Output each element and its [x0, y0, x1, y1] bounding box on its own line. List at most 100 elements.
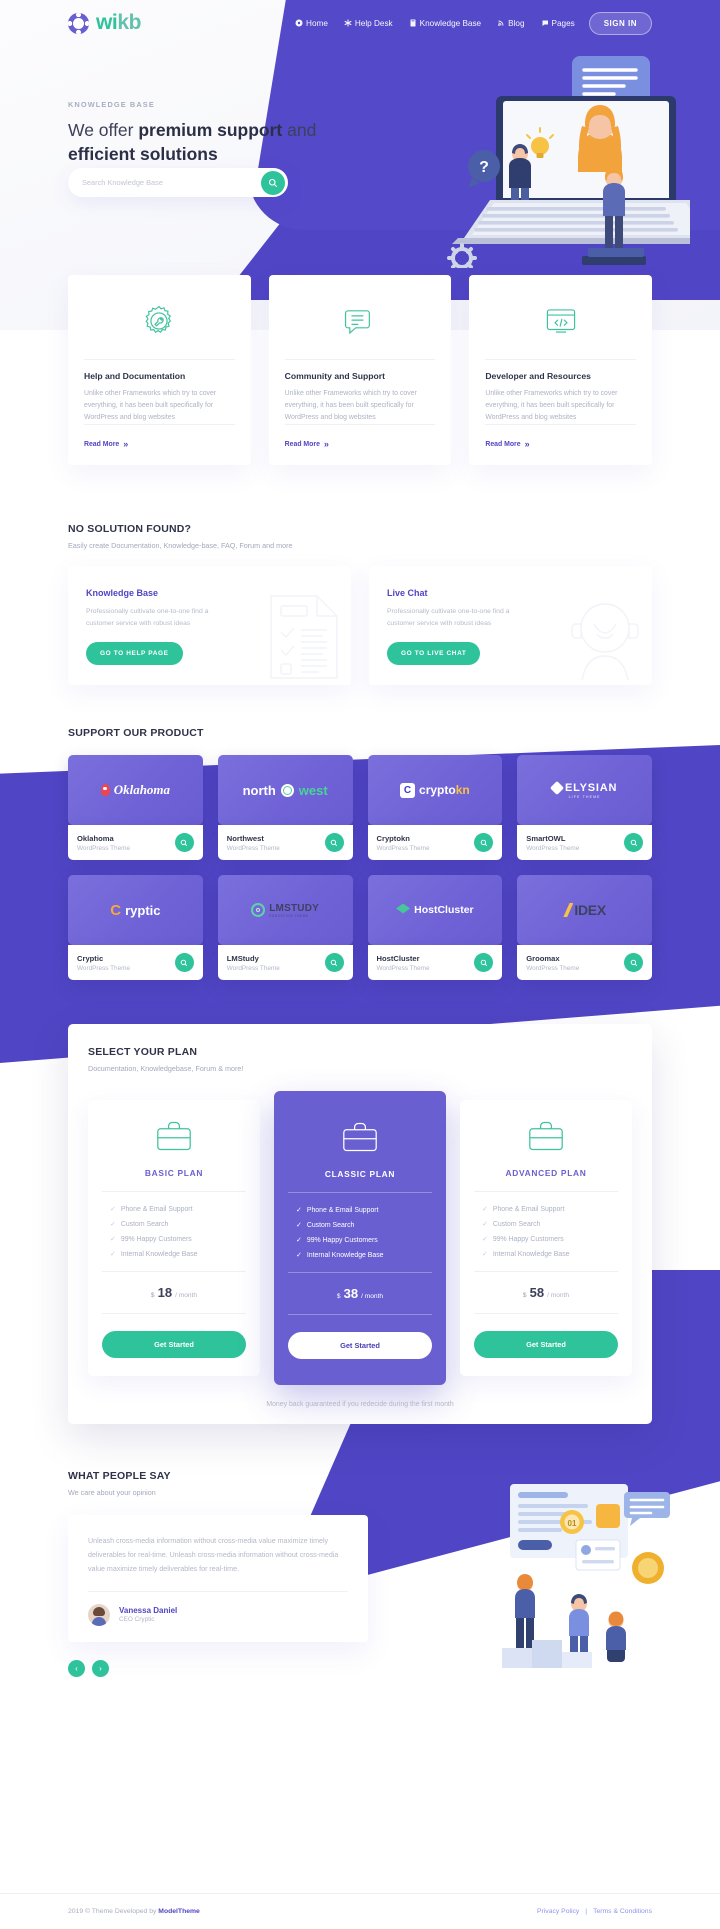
products-inner: SUPPORT OUR PRODUCT Oklahoma Oklahoma Wo…: [0, 727, 720, 981]
price-value: 58: [529, 1285, 545, 1301]
magnifier-icon[interactable]: [624, 833, 643, 853]
get-started-button[interactable]: Get Started: [102, 1331, 246, 1359]
no-solution-cards: Knowledge Base Professionally cultivate …: [68, 566, 652, 686]
read-more-link[interactable]: Read More»: [485, 424, 637, 449]
plan-feature-label: Phone & Email Support: [120, 1205, 193, 1213]
get-started-button[interactable]: Get Started: [474, 1331, 618, 1359]
author-role: CEO Cryptic: [119, 1616, 155, 1623]
next-button[interactable]: ›: [92, 1659, 109, 1677]
check-icon: ✓: [296, 1207, 302, 1215]
prev-button[interactable]: ‹: [68, 1659, 85, 1677]
nav-item-help-desk[interactable]: Help Desk: [344, 19, 393, 28]
check-icon: ✓: [482, 1206, 488, 1214]
magnifier-icon[interactable]: [174, 953, 194, 973]
feature-cards: Help and Documentation Unlike other Fram…: [0, 275, 720, 466]
magnifier-icon[interactable]: [324, 953, 344, 973]
magnifier-icon[interactable]: [474, 953, 494, 973]
read-more-link[interactable]: Read More»: [284, 424, 436, 449]
magnifier-icon[interactable]: [324, 833, 344, 853]
search-input[interactable]: [68, 168, 261, 197]
nav-item-blog[interactable]: Blog: [497, 19, 525, 28]
plan-feature: ✓ Internal Knowledge Base: [296, 1251, 384, 1260]
divider: [288, 1272, 432, 1274]
product-sub: WordPress Theme: [226, 964, 280, 972]
currency: $: [336, 1293, 341, 1301]
product-meta: LMStudy WordPress Theme: [217, 945, 353, 981]
magnifier-icon[interactable]: [624, 953, 643, 973]
product-card[interactable]: Ccryptokn Cryptokn WordPress Theme: [367, 755, 503, 861]
product-sub: WordPress Theme: [226, 844, 280, 852]
svg-text:01: 01: [568, 1519, 577, 1528]
divider: [84, 359, 235, 360]
svg-text:?: ?: [479, 159, 489, 176]
lmstudy-logo: LMSTUDY EDUCATION THEME: [217, 875, 353, 946]
plan-icon: [102, 1120, 246, 1152]
plan-icon: [288, 1121, 432, 1153]
feature-icon: [84, 297, 235, 345]
logo-text-a: wi: [96, 11, 118, 34]
product-card[interactable]: LMSTUDY EDUCATION THEME LMStudy WordPres…: [217, 875, 353, 981]
product-meta: Northwest WordPress Theme: [217, 825, 353, 861]
feature-text: Unlike other Frameworks which try to cov…: [84, 390, 217, 422]
feature-card[interactable]: Community and Support Unlike other Frame…: [268, 275, 452, 466]
landing-page: wikb Home Help Desk Knowledge Base Blog: [0, 0, 720, 1929]
home-icon: [295, 19, 303, 27]
product-meta: Cryptokn WordPress Theme: [367, 825, 503, 861]
nav-item-pages-label: Pages: [551, 18, 575, 28]
divider: [474, 1271, 618, 1273]
check-icon: ✓: [296, 1222, 302, 1230]
plan-features: ✓ Phone & Email Support ✓ Custom Search ✓ 9…: [288, 1206, 432, 1260]
go-to-help-page-button[interactable]: GO TO HELP PAGE: [86, 642, 183, 666]
plan-feature: ✓ Custom Search: [482, 1220, 540, 1229]
check-icon: ✓: [482, 1236, 488, 1244]
magnifier-icon[interactable]: [474, 833, 494, 853]
footer-link-terms[interactable]: Terms & Conditions: [593, 1908, 652, 1915]
pricing-section: SELECT YOUR PLAN Documentation, Knowledg…: [0, 1024, 720, 1425]
product-name: Oklahoma: [77, 833, 114, 843]
footer-link-privacy[interactable]: Privacy Policy: [537, 1908, 579, 1915]
lifebuoy-icon: [68, 12, 89, 34]
logo-text: wikb: [96, 11, 141, 35]
read-more-link[interactable]: Read More»: [84, 424, 235, 449]
plan-advanced[interactable]: ADVANCED PLAN ✓ Phone & Email Support ✓ Cu…: [460, 1100, 632, 1377]
product-card[interactable]: Oklahoma Oklahoma WordPress Theme: [68, 755, 203, 861]
plan-feature-label: Internal Knowledge Base: [306, 1251, 384, 1259]
feature-card[interactable]: Developer and Resources Unlike other Fra…: [469, 275, 653, 466]
logo-label-north: north: [242, 782, 276, 798]
navbar: wikb Home Help Desk Knowledge Base Blog: [0, 0, 720, 46]
elysian-logo: ELYSIAN LIFE THEME: [517, 755, 652, 826]
plan-feature-label: Internal Knowledge Base: [492, 1250, 570, 1258]
product-card[interactable]: Cryptic Cryptic WordPress Theme: [68, 875, 203, 981]
plan-basic[interactable]: BASIC PLAN ✓ Phone & Email Support ✓ Custo…: [88, 1100, 260, 1377]
feature-card[interactable]: Help and Documentation Unlike other Fram…: [68, 275, 251, 466]
logo[interactable]: wikb: [68, 11, 141, 35]
logo-label-crypto: crypto: [419, 783, 456, 798]
products-grid: Oklahoma Oklahoma WordPress Theme north w…: [68, 755, 652, 981]
product-card[interactable]: IDEX Groomax WordPress Theme: [517, 875, 652, 981]
check-icon: ✓: [482, 1251, 488, 1259]
nav-item-knowledge-base[interactable]: Knowledge Base: [409, 19, 481, 28]
go-to-live-chat-button[interactable]: GO TO LIVE CHAT: [387, 642, 481, 666]
plan-price: $ 38 / month: [288, 1286, 432, 1301]
product-card[interactable]: north west Northwest WordPress Theme: [217, 755, 353, 861]
nav-item-home[interactable]: Home: [295, 19, 328, 28]
book-icon: [410, 19, 416, 27]
logo-label-west: west: [298, 782, 328, 798]
plan-classic[interactable]: CLASSIC PLAN ✓ Phone & Email Support ✓ Cus…: [274, 1091, 446, 1386]
magnifier-icon[interactable]: [174, 833, 194, 853]
get-started-button[interactable]: Get Started: [288, 1332, 432, 1360]
briefcase-icon: [529, 1121, 563, 1151]
search-button[interactable]: [261, 170, 285, 195]
feature-icon: [485, 297, 636, 345]
sign-in-button[interactable]: SIGN IN: [588, 11, 652, 35]
product-card[interactable]: HostCluster HostCluster WordPress Theme: [367, 875, 503, 981]
nav-item-pages[interactable]: Pages: [541, 19, 575, 28]
product-card[interactable]: ELYSIAN LIFE THEME SmartOWL WordPress Th…: [517, 755, 652, 861]
hero-copy: KNOWLEDGE BASE We offer premium support …: [68, 100, 398, 166]
hero-search: [68, 168, 288, 197]
feature-text: Unlike other Frameworks which try to cov…: [485, 390, 618, 422]
plan-name: CLASSIC PLAN: [324, 1169, 396, 1180]
logo-label: Oklahoma: [113, 782, 171, 798]
testimonial-illustration: 01: [502, 1484, 670, 1669]
map-pin-icon: [100, 784, 110, 797]
